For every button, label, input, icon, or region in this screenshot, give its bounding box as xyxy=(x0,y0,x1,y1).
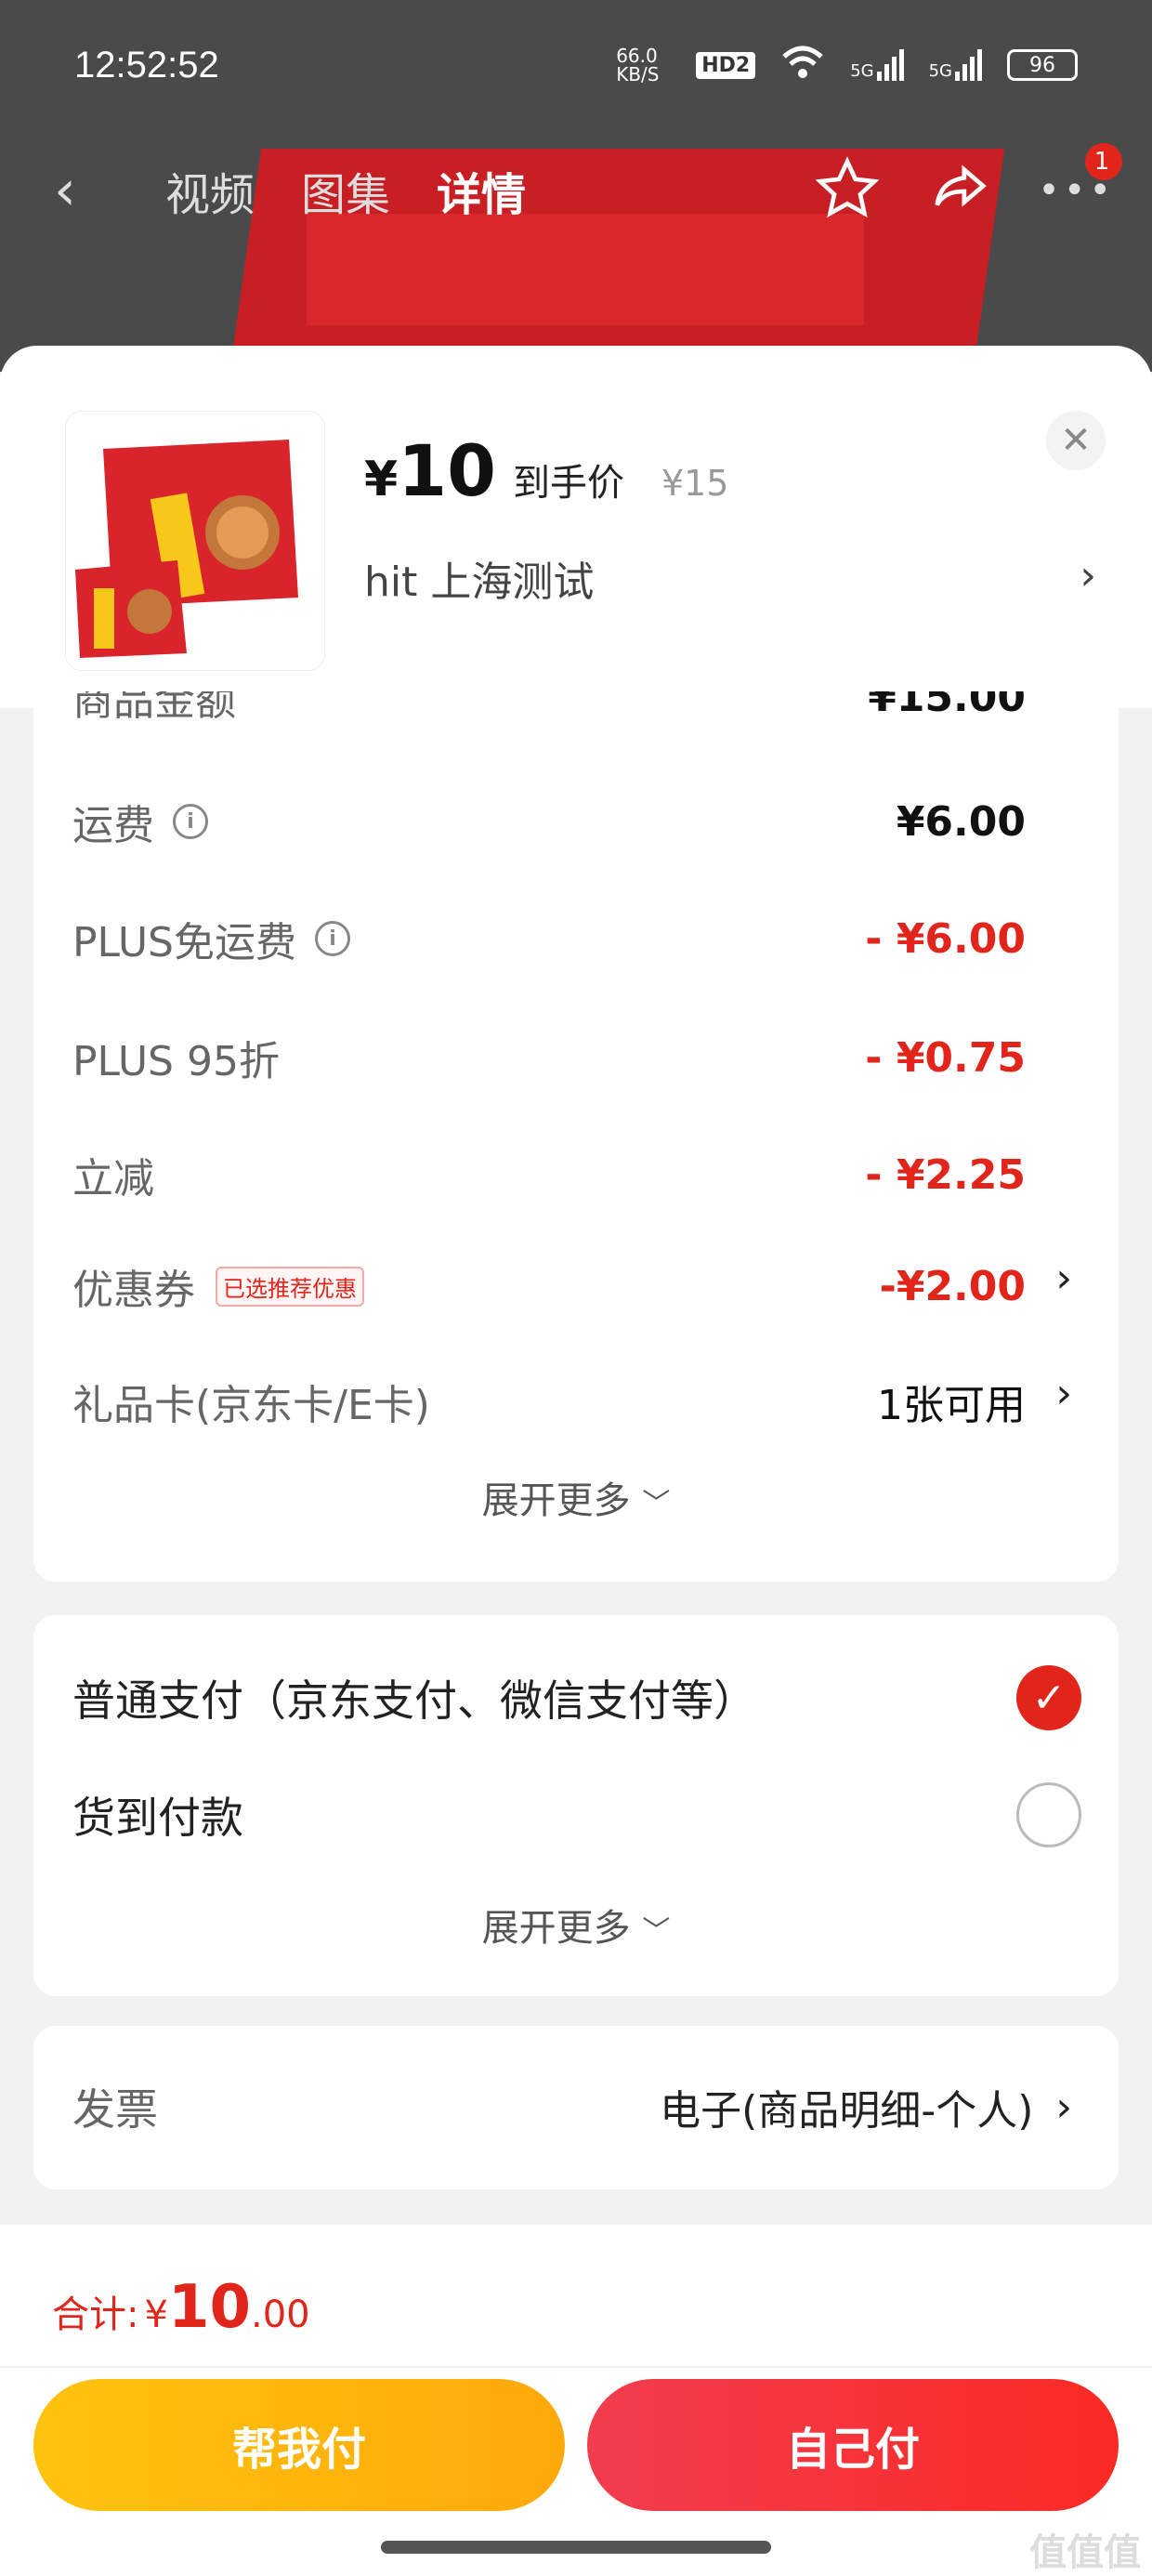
tab-video[interactable]: 视频 xyxy=(165,158,255,223)
gift-card-value: 1张可用 xyxy=(877,1382,1026,1429)
self-pay-button[interactable]: 自己付 xyxy=(587,2379,1119,2511)
favorite-star-icon[interactable] xyxy=(815,156,880,225)
radio-checked-icon[interactable]: ✓ xyxy=(1016,1665,1081,1730)
gift-card-chevron-icon[interactable]: › xyxy=(1055,1370,1072,1417)
sheet-header: ¥ 10 到手价 ¥15 hit 上海测试 › ✕ xyxy=(0,346,1152,708)
expand-more-payment-label: 展开更多 xyxy=(481,1907,631,1950)
payment-option-normal-label: 普通支付（京东支付、微信支付等） xyxy=(72,1676,756,1726)
final-price: 10 xyxy=(398,429,496,512)
invoice-row[interactable]: 发票 电子(商品明细-个人) › xyxy=(72,2076,1072,2137)
plus-discount-value: - ¥0.75 xyxy=(865,1033,1026,1082)
shipping-row: 运费 i ¥6.00 xyxy=(72,792,1026,851)
status-bar: 12:52:52 66.0 KB/S HD2 5G 5G 96 xyxy=(0,0,1152,130)
status-time: 12:52:52 xyxy=(74,44,219,85)
home-indicator[interactable] xyxy=(381,2541,771,2554)
coupon-row[interactable]: 优惠券 已选推荐优惠 -¥2.00 xyxy=(72,1256,1026,1316)
amount-value: ¥15.00 xyxy=(868,691,1026,721)
final-price-label: 到手价 xyxy=(512,462,624,505)
signal-icon-2: 5G xyxy=(929,49,983,81)
share-icon[interactable] xyxy=(926,156,991,225)
signal-label-1: 5G xyxy=(850,61,874,81)
coupon-tag: 已选推荐优惠 xyxy=(216,1266,364,1307)
delivery-address[interactable]: hit 上海测试 xyxy=(364,548,594,608)
invoice-value: 电子(商品明细-个人) xyxy=(660,2087,1034,2135)
invoice-card[interactable]: 发票 电子(商品明细-个人) › xyxy=(33,2026,1119,2189)
plus-free-shipping-label: PLUS免运费 xyxy=(72,919,296,966)
wifi-icon xyxy=(779,44,826,86)
background-product-page: 12:52:52 66.0 KB/S HD2 5G 5G 96 ‹ 视频 图集 … xyxy=(0,0,1152,372)
plus-discount-label: PLUS 95折 xyxy=(72,1038,280,1085)
hd-icon: HD2 xyxy=(696,51,756,79)
nav-tabs: 视频 图集 详情 xyxy=(165,158,526,223)
tab-details[interactable]: 详情 xyxy=(437,158,526,223)
back-arrow-icon[interactable]: ‹ xyxy=(54,158,76,223)
instant-discount-value: - ¥2.25 xyxy=(865,1150,1026,1199)
expand-more-payment[interactable]: 展开更多 ﹀ xyxy=(33,1898,1119,1952)
battery-icon: 96 xyxy=(1007,49,1078,81)
radio-unchecked-icon[interactable] xyxy=(1016,1782,1081,1847)
total-label: 合计: xyxy=(52,2293,139,2336)
close-icon[interactable]: ✕ xyxy=(1046,411,1106,470)
chevron-down-icon: ﹀ xyxy=(642,1915,671,1948)
help-pay-button[interactable]: 帮我付 xyxy=(33,2379,565,2511)
info-icon[interactable]: i xyxy=(315,921,350,956)
more-menu-icon[interactable]: ••• 1 xyxy=(1038,143,1122,212)
notification-badge: 1 xyxy=(1085,143,1122,180)
coupon-value: -¥2.00 xyxy=(879,1262,1026,1310)
coupon-label: 优惠券 xyxy=(72,1267,195,1314)
payment-option-cod-label: 货到付款 xyxy=(72,1793,243,1843)
plus-discount-row: PLUS 95折 - ¥0.75 xyxy=(72,1028,1026,1087)
checkout-footer: 合计: ¥ 10 .00 帮我付 自己付 值值值 xyxy=(0,2225,1152,2576)
footer-divider xyxy=(0,2366,1152,2368)
expand-more-fees-label: 展开更多 xyxy=(481,1479,631,1522)
shipping-value: ¥6.00 xyxy=(896,797,1026,846)
signal-icon-1: 5G xyxy=(850,49,904,81)
order-total: 合计: ¥ 10 .00 xyxy=(52,2273,310,2342)
payment-option-normal[interactable]: 普通支付（京东支付、微信支付等） ✓ xyxy=(72,1665,1081,1730)
chevron-down-icon: ﹀ xyxy=(642,1488,671,1520)
instant-discount-label: 立减 xyxy=(72,1155,154,1203)
tab-gallery[interactable]: 图集 xyxy=(301,158,390,223)
top-nav: ‹ 视频 图集 详情 ••• 1 xyxy=(0,139,1152,242)
price-currency: ¥ xyxy=(364,452,399,507)
gift-card-row[interactable]: 礼品卡(京东卡/E卡) 1张可用 xyxy=(72,1372,1026,1431)
address-chevron-icon[interactable]: › xyxy=(1080,552,1096,599)
instant-discount-row: 立减 - ¥2.25 xyxy=(72,1145,1026,1204)
payment-method-card: 普通支付（京东支付、微信支付等） ✓ 货到付款 展开更多 ﹀ xyxy=(33,1615,1119,1996)
payment-option-cod[interactable]: 货到付款 xyxy=(72,1782,1081,1847)
signal-label-2: 5G xyxy=(928,61,952,81)
gift-card-label: 礼品卡(京东卡/E卡) xyxy=(72,1382,430,1429)
nav-actions: ••• 1 xyxy=(815,143,1122,225)
fee-summary-card: 商品金额 ¥15.00 运费 i ¥6.00 PLUS免运费 i - ¥6.00… xyxy=(33,691,1119,1582)
invoice-label: 发票 xyxy=(72,2084,158,2135)
amount-row: 商品金额 ¥15.00 xyxy=(72,691,1026,729)
shipping-label: 运费 xyxy=(72,802,154,849)
expand-more-fees[interactable]: 展开更多 ﹀ xyxy=(33,1470,1119,1524)
status-icons: 66.0 KB/S HD2 5G 5G 96 xyxy=(616,44,1078,86)
info-icon[interactable]: i xyxy=(173,804,208,839)
invoice-chevron-icon[interactable]: › xyxy=(1055,2083,1072,2131)
plus-free-shipping-row: PLUS免运费 i - ¥6.00 xyxy=(72,909,1026,968)
total-integer: 10 xyxy=(167,2273,251,2342)
coupon-chevron-icon[interactable]: › xyxy=(1055,1255,1072,1302)
amount-label: 商品金额 xyxy=(72,691,236,725)
net-speed: 66.0 KB/S xyxy=(616,45,660,85)
product-thumbnail xyxy=(65,411,325,671)
plus-free-shipping-value: - ¥6.00 xyxy=(865,914,1026,963)
price-row: ¥ 10 到手价 ¥15 xyxy=(364,429,728,512)
total-decimal: .00 xyxy=(251,2293,310,2336)
total-currency: ¥ xyxy=(144,2293,168,2336)
original-price: ¥15 xyxy=(661,463,729,504)
watermark-logo: 值值值 xyxy=(1029,2531,1141,2574)
